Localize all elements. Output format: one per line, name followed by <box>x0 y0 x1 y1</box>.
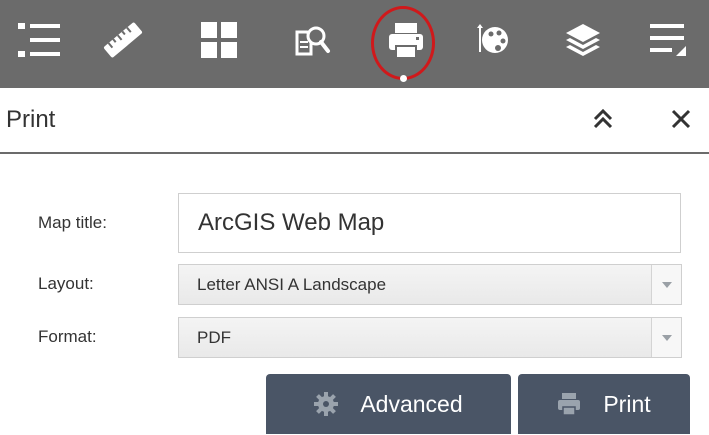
menu-tool-button[interactable] <box>640 10 696 70</box>
layout-label: Layout: <box>38 274 94 293</box>
collapse-panel-button[interactable] <box>590 106 616 132</box>
layout-select[interactable]: Letter ANSI A Landscape <box>178 264 682 305</box>
measure-tool-button[interactable] <box>95 10 151 70</box>
map-title-input[interactable] <box>178 193 681 253</box>
format-select-value: PDF <box>197 328 231 347</box>
print-button-label: Print <box>603 390 651 417</box>
chevron-down-icon <box>661 334 672 341</box>
format-label: Format: <box>38 327 97 346</box>
list-icon <box>18 23 60 57</box>
chevron-down-icon <box>661 281 672 288</box>
find-icon <box>295 26 330 56</box>
print-panel-header: Print <box>0 88 709 154</box>
close-icon <box>671 109 691 129</box>
gear-icon <box>314 392 339 416</box>
format-dropdown-arrow[interactable] <box>651 318 681 357</box>
widget-toolbar <box>0 0 709 88</box>
layout-select-value: Letter ANSI A Landscape <box>197 275 387 294</box>
panel-title: Print <box>6 106 56 133</box>
layers-tool-button[interactable] <box>555 10 611 70</box>
layers-icon <box>566 24 600 56</box>
measure-icon <box>103 22 143 58</box>
active-tool-highlight <box>371 6 435 80</box>
grid-icon <box>201 22 237 58</box>
list-tool-button[interactable] <box>12 10 68 70</box>
palette-tool-button[interactable] <box>465 10 521 70</box>
advanced-button-label: Advanced <box>360 390 463 417</box>
layout-dropdown-arrow[interactable] <box>651 265 681 304</box>
double-chevron-up-icon <box>593 108 613 129</box>
print-icon <box>557 392 581 416</box>
menu-icon <box>650 24 686 56</box>
print-button[interactable]: Print <box>518 374 690 434</box>
palette-icon <box>477 24 508 53</box>
grid-tool-button[interactable] <box>191 10 247 70</box>
advanced-button[interactable]: Advanced <box>266 374 511 434</box>
map-title-label: Map title: <box>38 213 107 232</box>
find-tool-button[interactable] <box>283 10 339 70</box>
active-tool-indicator <box>400 75 407 82</box>
format-select[interactable]: PDF <box>178 317 682 358</box>
close-panel-button[interactable] <box>668 106 694 132</box>
